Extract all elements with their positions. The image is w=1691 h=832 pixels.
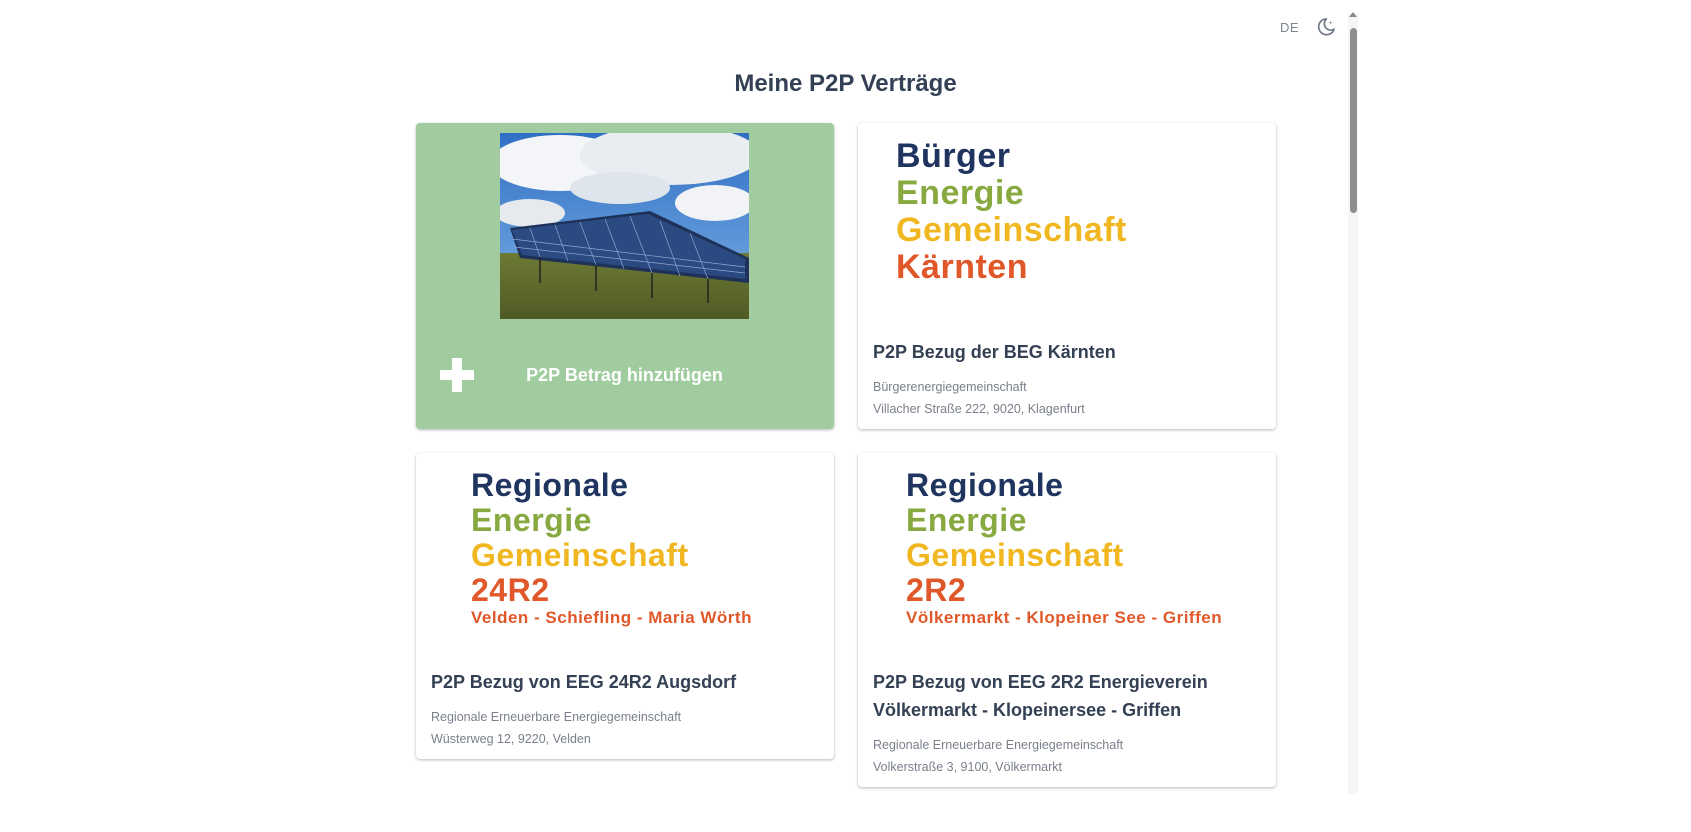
card-title: P2P Bezug von EEG 24R2 Augsdorf bbox=[431, 672, 737, 692]
logo-line: Energie bbox=[471, 502, 592, 538]
page-title: Meine P2P Verträge bbox=[734, 70, 957, 97]
card-type: Regionale Erneuerbare Energiegemeinschaf… bbox=[873, 738, 1124, 752]
logo-line: 24R2 bbox=[471, 572, 550, 608]
card-address: Volkerstraße 3, 9100, Völkermarkt bbox=[873, 760, 1062, 774]
card-type: Regionale Erneuerbare Energiegemeinschaf… bbox=[431, 710, 682, 724]
logo-line: Kärnten bbox=[896, 248, 1028, 286]
card-body: P2P Bezug von EEG 24R2 Augsdorf Regional… bbox=[431, 668, 819, 750]
card-body: P2P Bezug der BEG Kärnten Bürgerenergieg… bbox=[873, 338, 1261, 420]
card-body: P2P Bezug von EEG 2R2 Energieverein Völk… bbox=[873, 668, 1261, 778]
solar-panels-photo bbox=[500, 133, 749, 319]
logo-line: Gemeinschaft bbox=[906, 537, 1124, 573]
top-bar: DE bbox=[1280, 16, 1337, 38]
logo-line: Völkermarkt - Klopeiner See - Griffen bbox=[906, 608, 1223, 627]
logo-line: Energie bbox=[906, 502, 1027, 538]
card-type: Bürgerenergiegemeinschaft bbox=[873, 380, 1027, 394]
add-contract-label: P2P Betrag hinzufügen bbox=[526, 365, 723, 385]
logo-line: Regionale bbox=[906, 467, 1064, 503]
logo-line: Gemeinschaft bbox=[896, 211, 1127, 249]
card-title: P2P Bezug der BEG Kärnten bbox=[873, 342, 1116, 362]
language-switcher[interactable]: DE bbox=[1280, 20, 1299, 35]
eeg-2r2-logo: Regionale Energie Gemeinschaft 2R2 Völke… bbox=[906, 469, 1222, 629]
beg-kaernten-logo: Bürger Energie Gemeinschaft Kärnten bbox=[896, 139, 1127, 287]
scrollbar-thumb[interactable] bbox=[1350, 28, 1357, 213]
logo-line: Regionale bbox=[471, 467, 629, 503]
eeg-24r2-logo: Regionale Energie Gemeinschaft 24R2 Veld… bbox=[471, 469, 752, 629]
moon-icon[interactable] bbox=[1315, 16, 1337, 38]
contract-card-eeg-24r2[interactable]: Regionale Energie Gemeinschaft 24R2 Veld… bbox=[416, 453, 834, 759]
contract-card-eeg-2r2[interactable]: Regionale Energie Gemeinschaft 2R2 Völke… bbox=[858, 453, 1276, 787]
logo-line: Energie bbox=[896, 174, 1025, 212]
card-address: Villacher Straße 222, 9020, Klagenfurt bbox=[873, 402, 1085, 416]
scroll-up-arrow-icon[interactable] bbox=[1349, 12, 1357, 17]
logo-line: Gemeinschaft bbox=[471, 537, 689, 573]
contract-card-beg-kaernten[interactable]: Bürger Energie Gemeinschaft Kärnten P2P … bbox=[858, 123, 1276, 429]
logo-line: Bürger bbox=[896, 137, 1011, 175]
card-title: P2P Bezug von EEG 2R2 Energieverein Völk… bbox=[873, 672, 1208, 720]
add-contract-card[interactable]: P2P Betrag hinzufügen bbox=[416, 123, 834, 429]
logo-line: Velden - Schiefling - Maria Wörth bbox=[471, 608, 752, 627]
plus-icon bbox=[440, 358, 474, 392]
card-address: Wüsterweg 12, 9220, Velden bbox=[431, 732, 591, 746]
logo-line: 2R2 bbox=[906, 572, 967, 608]
